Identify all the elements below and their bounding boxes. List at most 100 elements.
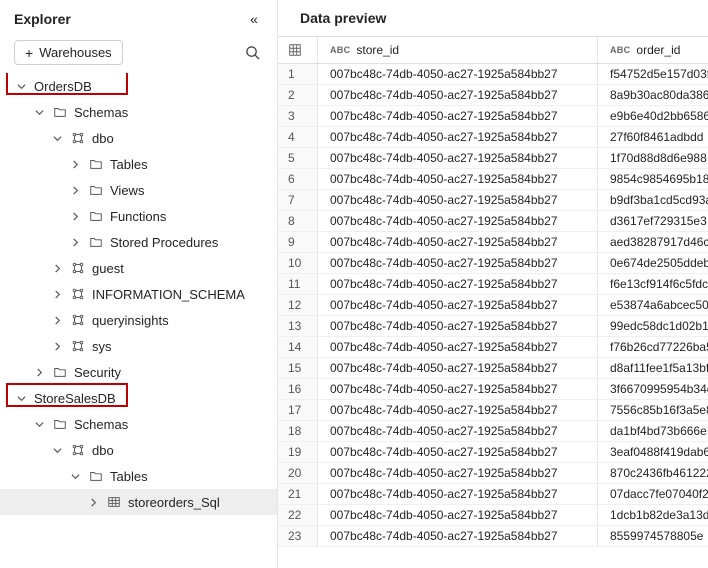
table-row[interactable]: 3007bc48c-74db-4050-ac27-1925a584bb27e9b… [278, 106, 708, 127]
tree-item[interactable]: Tables [0, 463, 277, 489]
table-row[interactable]: 2007bc48c-74db-4050-ac27-1925a584bb278a9… [278, 85, 708, 106]
cell-store-id: 007bc48c-74db-4050-ac27-1925a584bb27 [318, 127, 598, 147]
row-number-cell: 5 [278, 148, 318, 168]
table-row[interactable]: 20007bc48c-74db-4050-ac27-1925a584bb2787… [278, 463, 708, 484]
table-row[interactable]: 7007bc48c-74db-4050-ac27-1925a584bb27b9d… [278, 190, 708, 211]
table-row[interactable]: 13007bc48c-74db-4050-ac27-1925a584bb2799… [278, 316, 708, 337]
chevron-right-icon[interactable] [32, 368, 46, 377]
table-row[interactable]: 17007bc48c-74db-4050-ac27-1925a584bb2775… [278, 400, 708, 421]
tree-item-label: queryinsights [92, 313, 169, 328]
schema-icon [70, 286, 86, 302]
cell-order-id: 9854c9854695b18 [598, 169, 708, 189]
chevron-down-icon[interactable] [50, 134, 64, 143]
table-row[interactable]: 11007bc48c-74db-4050-ac27-1925a584bb27f6… [278, 274, 708, 295]
tree-item[interactable]: Security [0, 359, 277, 385]
table-row[interactable]: 21007bc48c-74db-4050-ac27-1925a584bb2707… [278, 484, 708, 505]
cell-store-id: 007bc48c-74db-4050-ac27-1925a584bb27 [318, 85, 598, 105]
tree-item-label: dbo [92, 443, 114, 458]
cell-store-id: 007bc48c-74db-4050-ac27-1925a584bb27 [318, 484, 598, 504]
cell-order-id: da1bf4bd73b666e [598, 421, 708, 441]
chevron-right-icon[interactable] [50, 290, 64, 299]
cell-store-id: 007bc48c-74db-4050-ac27-1925a584bb27 [318, 64, 598, 84]
cell-order-id: e9b6e40d2bb6586 [598, 106, 708, 126]
tree-item[interactable]: Functions [0, 203, 277, 229]
table-row[interactable]: 8007bc48c-74db-4050-ac27-1925a584bb27d36… [278, 211, 708, 232]
tree-item[interactable]: guest [0, 255, 277, 281]
chevron-down-icon[interactable] [50, 446, 64, 455]
chevron-down-icon[interactable] [14, 82, 28, 91]
row-number-header[interactable] [278, 37, 318, 63]
chevron-right-icon[interactable] [50, 342, 64, 351]
tree-item[interactable]: queryinsights [0, 307, 277, 333]
table-row[interactable]: 10007bc48c-74db-4050-ac27-1925a584bb270e… [278, 253, 708, 274]
column-label: order_id [636, 43, 680, 57]
table-row[interactable]: 14007bc48c-74db-4050-ac27-1925a584bb27f7… [278, 337, 708, 358]
chevron-right-icon[interactable] [68, 212, 82, 221]
cell-store-id: 007bc48c-74db-4050-ac27-1925a584bb27 [318, 106, 598, 126]
row-number-cell: 16 [278, 379, 318, 399]
table-row[interactable]: 16007bc48c-74db-4050-ac27-1925a584bb273f… [278, 379, 708, 400]
chevron-right-icon[interactable] [50, 264, 64, 273]
table-row[interactable]: 5007bc48c-74db-4050-ac27-1925a584bb271f7… [278, 148, 708, 169]
table-row[interactable]: 4007bc48c-74db-4050-ac27-1925a584bb2727f… [278, 127, 708, 148]
row-number-cell: 7 [278, 190, 318, 210]
chevron-right-icon[interactable] [50, 316, 64, 325]
table-row[interactable]: 22007bc48c-74db-4050-ac27-1925a584bb271d… [278, 505, 708, 526]
chevron-right-icon[interactable] [86, 498, 100, 507]
tree-item[interactable]: Schemas [0, 99, 277, 125]
schema-icon [70, 442, 86, 458]
row-number-cell: 22 [278, 505, 318, 525]
cell-store-id: 007bc48c-74db-4050-ac27-1925a584bb27 [318, 190, 598, 210]
cell-order-id: 27f60f8461adbdd [598, 127, 708, 147]
tree-item[interactable]: storeorders_Sql [0, 489, 277, 515]
chevron-down-icon[interactable] [14, 394, 28, 403]
chevron-down-icon[interactable] [32, 420, 46, 429]
collapse-panel-button[interactable]: « [245, 10, 263, 28]
tree-item[interactable]: INFORMATION_SCHEMA [0, 281, 277, 307]
row-number-cell: 21 [278, 484, 318, 504]
tree-item[interactable]: dbo [0, 125, 277, 151]
column-header-order-id[interactable]: ABC order_id [598, 37, 708, 63]
table-row[interactable]: 12007bc48c-74db-4050-ac27-1925a584bb27e5… [278, 295, 708, 316]
cell-store-id: 007bc48c-74db-4050-ac27-1925a584bb27 [318, 169, 598, 189]
table-row[interactable]: 19007bc48c-74db-4050-ac27-1925a584bb273e… [278, 442, 708, 463]
chevron-down-icon[interactable] [68, 472, 82, 481]
tree-item[interactable]: Schemas [0, 411, 277, 437]
chevron-right-icon[interactable] [68, 186, 82, 195]
table-row[interactable]: 23007bc48c-74db-4050-ac27-1925a584bb2785… [278, 526, 708, 547]
cell-store-id: 007bc48c-74db-4050-ac27-1925a584bb27 [318, 316, 598, 336]
cell-store-id: 007bc48c-74db-4050-ac27-1925a584bb27 [318, 232, 598, 252]
tree-item[interactable]: Views [0, 177, 277, 203]
type-tag: ABC [330, 45, 350, 55]
explorer-tree[interactable]: OrdersDBSchemasdboTablesViewsFunctionsSt… [0, 73, 277, 568]
tree-item[interactable]: sys [0, 333, 277, 359]
tree-item[interactable]: Tables [0, 151, 277, 177]
schema-icon [70, 312, 86, 328]
chevron-right-icon[interactable] [68, 238, 82, 247]
table-row[interactable]: 9007bc48c-74db-4050-ac27-1925a584bb27aed… [278, 232, 708, 253]
row-number-cell: 15 [278, 358, 318, 378]
grid-body[interactable]: 1007bc48c-74db-4050-ac27-1925a584bb27f54… [278, 64, 708, 547]
add-warehouses-button[interactable]: + Warehouses [14, 40, 123, 65]
table-row[interactable]: 6007bc48c-74db-4050-ac27-1925a584bb27985… [278, 169, 708, 190]
table-row[interactable]: 18007bc48c-74db-4050-ac27-1925a584bb27da… [278, 421, 708, 442]
tree-item[interactable]: Stored Procedures [0, 229, 277, 255]
search-button[interactable] [241, 42, 263, 64]
chevron-down-icon[interactable] [32, 108, 46, 117]
chevron-right-icon[interactable] [68, 160, 82, 169]
cell-order-id: e53874a6abcec503 [598, 295, 708, 315]
tree-item-label: guest [92, 261, 124, 276]
tree-item[interactable]: dbo [0, 437, 277, 463]
tree-item[interactable]: StoreSalesDB [0, 385, 277, 411]
row-number-cell: 4 [278, 127, 318, 147]
type-tag: ABC [610, 45, 630, 55]
schema-icon [70, 338, 86, 354]
grid-header: ABC store_id ABC order_id [278, 36, 708, 64]
table-row[interactable]: 15007bc48c-74db-4050-ac27-1925a584bb27d8… [278, 358, 708, 379]
column-header-store-id[interactable]: ABC store_id [318, 37, 598, 63]
row-number-cell: 13 [278, 316, 318, 336]
cell-store-id: 007bc48c-74db-4050-ac27-1925a584bb27 [318, 253, 598, 273]
table-row[interactable]: 1007bc48c-74db-4050-ac27-1925a584bb27f54… [278, 64, 708, 85]
tree-item[interactable]: OrdersDB [0, 73, 277, 99]
cell-order-id: 8559974578805e [598, 526, 708, 546]
